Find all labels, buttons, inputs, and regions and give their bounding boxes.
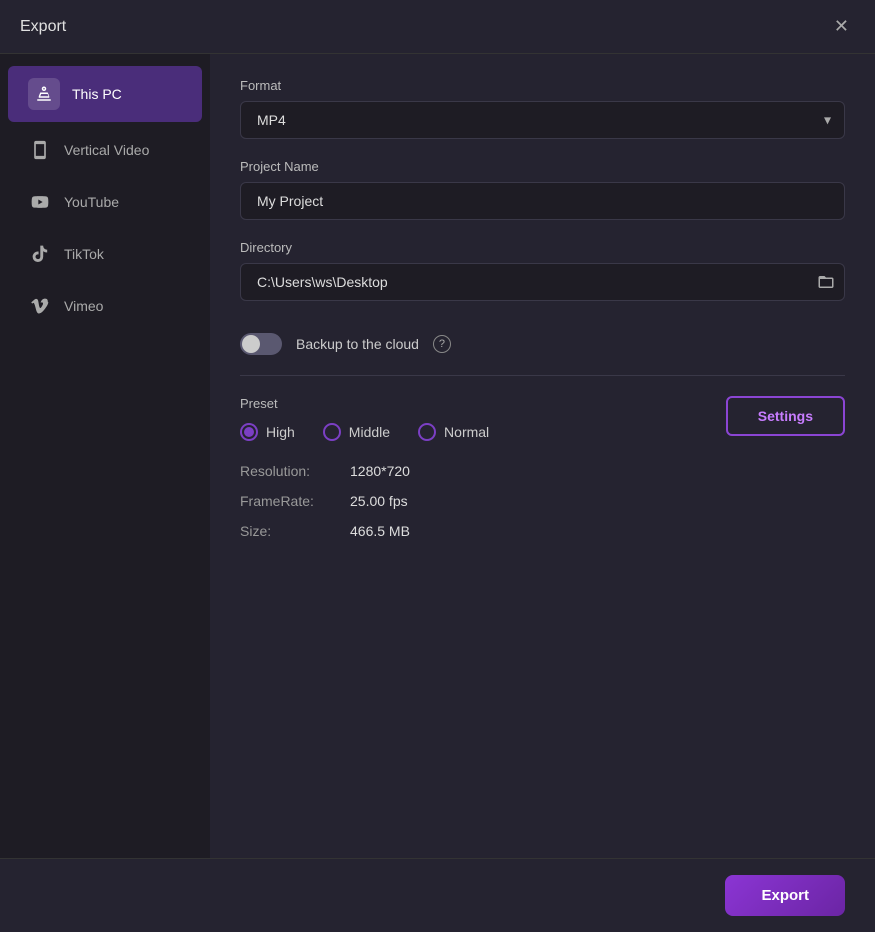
size-value: 466.5 MB — [350, 523, 410, 539]
format-label: Format — [240, 78, 845, 93]
footer: Export — [0, 858, 875, 932]
preset-high[interactable]: High — [240, 423, 295, 441]
preset-middle-label: Middle — [349, 424, 390, 440]
framerate-value: 25.00 fps — [350, 493, 408, 509]
preset-normal[interactable]: Normal — [418, 423, 489, 441]
info-table: Resolution: 1280*720 FrameRate: 25.00 fp… — [240, 463, 845, 539]
preset-high-label: High — [266, 424, 295, 440]
sidebar-item-vertical-video[interactable]: Vertical Video — [8, 126, 202, 174]
browse-button[interactable] — [817, 273, 835, 291]
project-name-label: Project Name — [240, 159, 845, 174]
export-window: Export ✕ This PC Ve — [0, 0, 875, 932]
settings-button[interactable]: Settings — [726, 396, 845, 436]
size-row: Size: 466.5 MB — [240, 523, 845, 539]
directory-group: Directory — [240, 240, 845, 301]
format-group: Format MP4 MOV AVI MKV ▾ — [240, 78, 845, 139]
framerate-label: FrameRate: — [240, 493, 350, 509]
sidebar-label-vertical-video: Vertical Video — [64, 142, 149, 158]
close-button[interactable]: ✕ — [828, 14, 855, 39]
help-icon[interactable]: ? — [433, 335, 451, 353]
sidebar: This PC Vertical Video YouTube — [0, 54, 210, 858]
sidebar-label-tiktok: TikTok — [64, 246, 104, 262]
sidebar-item-this-pc[interactable]: This PC — [8, 66, 202, 122]
vimeo-icon — [28, 294, 52, 318]
resolution-label: Resolution: — [240, 463, 350, 479]
project-name-group: Project Name — [240, 159, 845, 220]
backup-row: Backup to the cloud ? — [240, 321, 845, 367]
preset-middle-radio[interactable] — [323, 423, 341, 441]
preset-middle[interactable]: Middle — [323, 423, 390, 441]
sidebar-label-this-pc: This PC — [72, 86, 122, 102]
directory-wrapper — [240, 263, 845, 301]
sidebar-item-vimeo[interactable]: Vimeo — [8, 282, 202, 330]
preset-normal-label: Normal — [444, 424, 489, 440]
sidebar-label-youtube: YouTube — [64, 194, 119, 210]
preset-high-radio[interactable] — [240, 423, 258, 441]
backup-label: Backup to the cloud — [296, 336, 419, 352]
format-select[interactable]: MP4 MOV AVI MKV — [240, 101, 845, 139]
framerate-row: FrameRate: 25.00 fps — [240, 493, 845, 509]
sidebar-item-youtube[interactable]: YouTube — [8, 178, 202, 226]
vertical-video-icon — [28, 138, 52, 162]
main-panel: Format MP4 MOV AVI MKV ▾ Project Name — [210, 54, 875, 858]
toggle-slider — [240, 333, 282, 355]
sidebar-item-tiktok[interactable]: TikTok — [8, 230, 202, 278]
directory-label: Directory — [240, 240, 845, 255]
resolution-value: 1280*720 — [350, 463, 410, 479]
export-button[interactable]: Export — [725, 875, 845, 916]
title-bar: Export ✕ — [0, 0, 875, 54]
preset-label: Preset — [240, 396, 489, 411]
size-label: Size: — [240, 523, 350, 539]
directory-input[interactable] — [240, 263, 845, 301]
preset-normal-radio[interactable] — [418, 423, 436, 441]
preset-left: Preset High Middle — [240, 396, 489, 463]
preset-row: High Middle Normal — [240, 423, 489, 441]
preset-section: Preset High Middle — [240, 396, 845, 463]
divider — [240, 375, 845, 376]
sidebar-label-vimeo: Vimeo — [64, 298, 103, 314]
content-area: This PC Vertical Video YouTube — [0, 54, 875, 858]
resolution-row: Resolution: 1280*720 — [240, 463, 845, 479]
backup-toggle[interactable] — [240, 333, 282, 355]
tiktok-icon — [28, 242, 52, 266]
project-name-input[interactable] — [240, 182, 845, 220]
this-pc-icon — [28, 78, 60, 110]
youtube-icon — [28, 190, 52, 214]
window-title: Export — [20, 18, 66, 36]
format-select-wrapper: MP4 MOV AVI MKV ▾ — [240, 101, 845, 139]
